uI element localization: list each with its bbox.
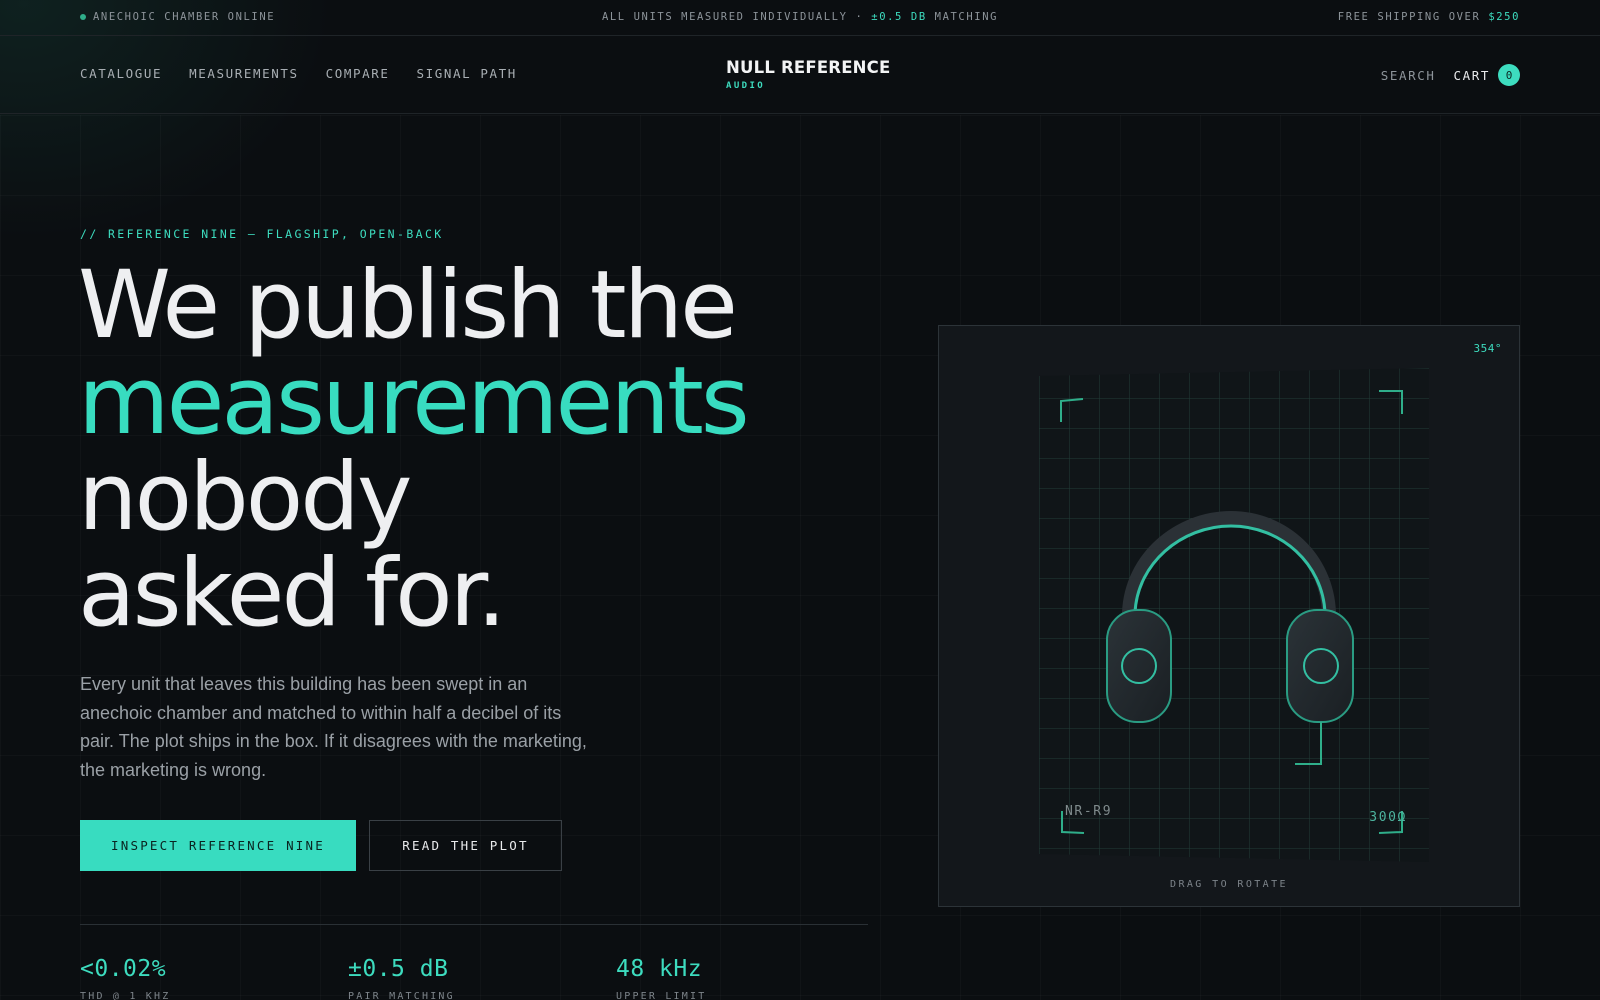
- shipping-notice: FREE SHIPPING OVER $250: [1338, 11, 1520, 23]
- stat-label: THD @ 1 KHZ: [80, 991, 171, 1000]
- stat-label: PAIR MATCHING: [348, 991, 455, 1000]
- brand-logo[interactable]: NULL REFERENCE AUDIO: [726, 58, 890, 91]
- impedance-label: 300Ω: [1369, 810, 1407, 825]
- read-the-plot-button[interactable]: READ THE PLOT: [369, 820, 562, 871]
- cart-count-badge: 0: [1498, 64, 1520, 86]
- shipping-threshold: $250: [1488, 11, 1520, 23]
- nav-signal-path[interactable]: SIGNAL PATH: [417, 66, 517, 81]
- headline-line-4: asked for.: [78, 539, 507, 648]
- stat-value: 48 kHz: [616, 956, 703, 982]
- inspect-reference-nine-button[interactable]: INSPECT REFERENCE NINE: [80, 820, 356, 871]
- main-nav: CATALOGUE MEASUREMENTS COMPARE SIGNAL PA…: [80, 66, 517, 81]
- stat-label: UPPER LIMIT: [616, 991, 707, 1000]
- nav-catalogue[interactable]: CATALOGUE: [80, 66, 162, 81]
- drag-to-rotate-hint: DRAG TO ROTATE: [1170, 879, 1288, 890]
- rotation-readout: 354°: [1473, 342, 1502, 355]
- matching-notice-prefix: ALL UNITS MEASURED INDIVIDUALLY ·: [601, 11, 872, 23]
- brand-sub: AUDIO: [726, 81, 766, 91]
- hero-lede: Every unit that leaves this building has…: [80, 674, 587, 780]
- model-label: NR-R9: [1065, 804, 1113, 819]
- headphones-render-icon: [1039, 368, 1429, 862]
- header-actions: SEARCH CART 0: [1381, 64, 1520, 86]
- shipping-notice-prefix: FREE SHIPPING OVER: [1337, 11, 1489, 23]
- nav-measurements[interactable]: MEASUREMENTS: [189, 66, 299, 81]
- site-header: CATALOGUE MEASUREMENTS COMPARE SIGNAL PA…: [0, 36, 1600, 114]
- measurement-plate: NR-R9 300Ω: [1039, 368, 1429, 862]
- cart-button[interactable]: CART 0: [1453, 64, 1520, 86]
- product-viewer[interactable]: 354° NR-R9 300Ω DRAG TO ROTATE: [938, 325, 1520, 907]
- headline-line-3: nobody: [78, 443, 413, 552]
- stats-divider: [80, 924, 868, 925]
- announcement-bar: ANECHOIC CHAMBER ONLINE ALL UNITS MEASUR…: [0, 0, 1600, 36]
- hero-eyebrow: // REFERENCE NINE — FLAGSHIP, OPEN-BACK: [80, 227, 444, 241]
- cart-label: CART: [1453, 67, 1490, 83]
- brand-name: NULL REFERENCE: [726, 58, 891, 77]
- stat-value: ±0.5 dB: [348, 956, 449, 982]
- stat-upper-limit: 48 kHz UPPER LIMIT: [616, 956, 706, 1000]
- matching-notice-highlight: ±0.5 DB: [871, 11, 927, 23]
- headline-line-2: measurements: [78, 347, 750, 456]
- stat-value: <0.02%: [80, 956, 167, 982]
- matching-notice-suffix: MATCHING: [926, 11, 999, 23]
- headline-line-1: We publish the: [78, 251, 738, 360]
- nav-compare[interactable]: COMPARE: [326, 66, 390, 81]
- stat-pair-matching: ±0.5 dB PAIR MATCHING: [348, 956, 455, 1000]
- stat-thd: <0.02% THD @ 1 KHZ: [80, 956, 170, 1000]
- search-link[interactable]: SEARCH: [1381, 68, 1436, 83]
- hero-headline: We publish the measurements nobody asked…: [78, 251, 750, 648]
